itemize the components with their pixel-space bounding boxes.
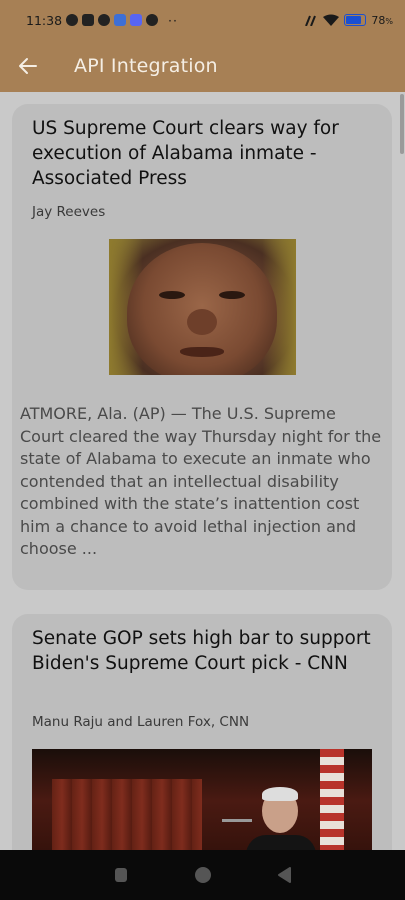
- status-left: 11:38 ··: [26, 13, 178, 28]
- app-bar: API Integration: [0, 40, 405, 92]
- back-button[interactable]: [0, 40, 56, 92]
- article-card[interactable]: US Supreme Court clears way for executio…: [12, 104, 392, 590]
- back-triangle-icon: [277, 867, 291, 883]
- notification-icon: [66, 14, 79, 26]
- home-circle-icon: [194, 867, 211, 883]
- battery-level: [346, 16, 362, 24]
- messenger-icon: [114, 14, 127, 26]
- discord-icon: [130, 14, 143, 26]
- article-description: ATMORE, Ala. (AP) — The U.S. Supreme Cou…: [20, 404, 382, 558]
- battery-icon: [344, 14, 367, 26]
- battery-percent: 78%: [371, 13, 393, 27]
- article-image: [32, 749, 372, 850]
- recents-button[interactable]: [110, 864, 132, 886]
- clock-notification-icon: [98, 14, 111, 26]
- app-notification-icon: [82, 14, 95, 26]
- home-button[interactable]: [192, 864, 214, 886]
- article-title: Senate GOP sets high bar to support Bide…: [32, 628, 371, 674]
- signal-icon: [305, 15, 317, 26]
- nav-back-button[interactable]: [274, 864, 296, 886]
- more-notifications-icon: ··: [168, 12, 178, 28]
- article-list[interactable]: US Supreme Court clears way for executio…: [0, 92, 405, 850]
- status-bar: 11:38 ·· 78%: [0, 0, 405, 40]
- article-card[interactable]: Senate GOP sets high bar to support Bide…: [12, 614, 392, 850]
- app-notification-icon: [146, 14, 159, 26]
- recents-square-icon: [114, 868, 127, 882]
- article-title: US Supreme Court clears way for executio…: [32, 118, 339, 189]
- status-time: 11:38: [26, 12, 63, 28]
- page-title: API Integration: [74, 55, 218, 77]
- scrollbar[interactable]: [400, 94, 404, 154]
- system-nav-bar: [0, 850, 405, 900]
- article-image: [109, 239, 296, 375]
- article-author: Manu Raju and Lauren Fox, CNN: [32, 714, 250, 730]
- arrow-left-icon: [19, 58, 37, 74]
- wifi-icon: [323, 14, 340, 26]
- status-right: 78%: [304, 14, 393, 27]
- article-author: Jay Reeves: [32, 204, 106, 220]
